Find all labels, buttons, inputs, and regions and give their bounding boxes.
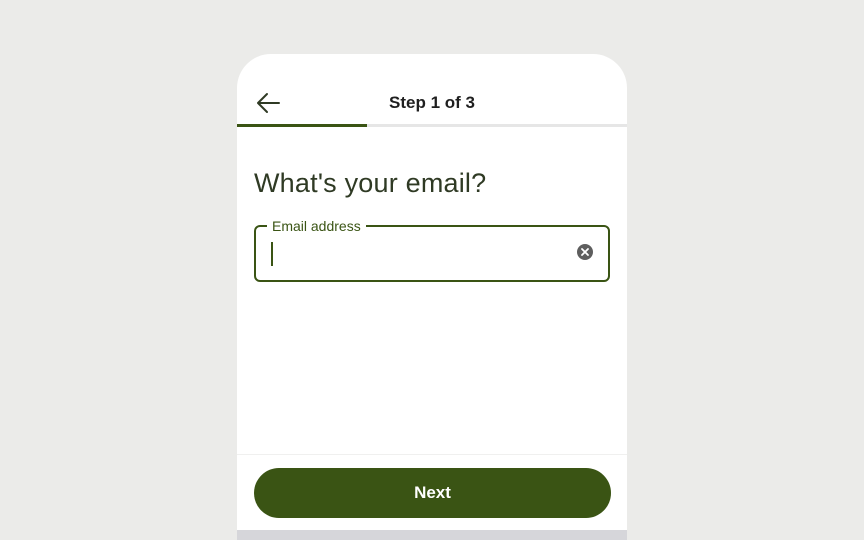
clear-button[interactable] [577, 244, 593, 260]
next-button[interactable]: Next [254, 468, 611, 518]
page-title: What's your email? [254, 168, 487, 198]
footer: Next [237, 454, 627, 531]
text-caret [271, 242, 273, 266]
signup-screen: Step 1 of 3 What's your email? Email add… [237, 54, 627, 540]
step-indicator: Step 1 of 3 [389, 93, 475, 112]
email-field-label: Email address [267, 217, 366, 235]
email-field[interactable]: Email address [254, 217, 610, 282]
progress-fill [237, 124, 367, 127]
bottom-bar [237, 530, 627, 540]
header: Step 1 of 3 [237, 54, 627, 127]
email-input[interactable] [270, 239, 560, 269]
progress-bar [237, 124, 627, 127]
clear-circle-icon [581, 248, 589, 256]
